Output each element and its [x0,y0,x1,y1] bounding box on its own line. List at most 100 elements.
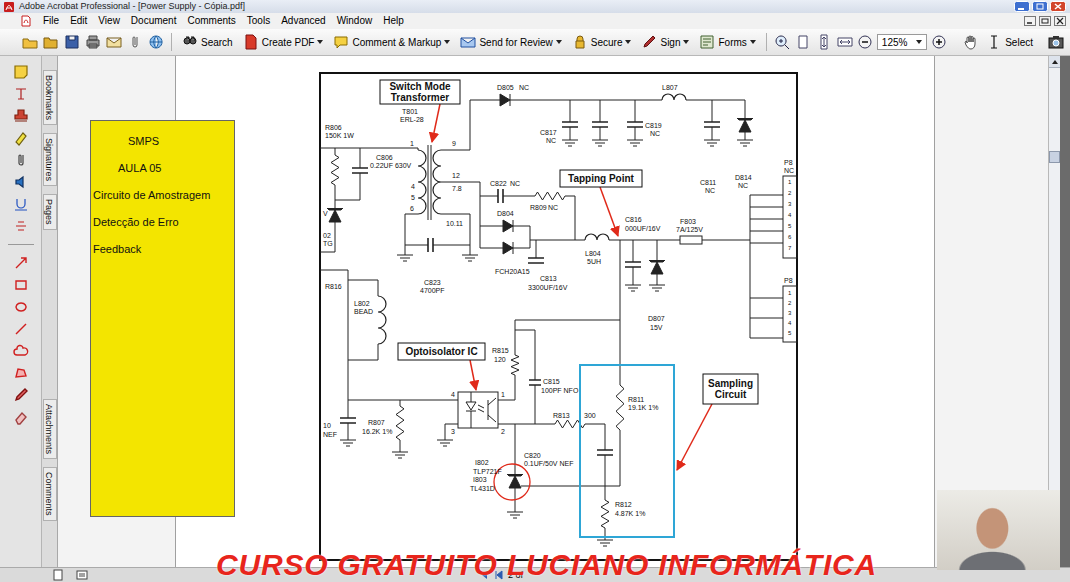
restore-icon[interactable] [1032,1,1048,12]
toolbar-button[interactable]: Comment & Markup [330,32,453,52]
print-icon[interactable] [85,34,101,50]
svg-text:C811: C811 [700,179,716,186]
menu-item[interactable]: View [98,15,120,27]
pencil-tool-icon[interactable] [13,387,29,403]
menu-item[interactable]: File [43,15,59,27]
polygon-tool-icon[interactable] [13,365,29,381]
open-icon[interactable] [22,34,38,50]
page-view-icon[interactable] [76,569,88,581]
menu-item[interactable]: Tools [247,15,270,27]
wire [750,207,783,208]
email-icon[interactable] [106,34,122,50]
menu-item[interactable]: Comments [187,15,235,27]
scroll-up-button[interactable] [1049,56,1060,68]
line-tool-icon[interactable] [13,321,29,337]
capacitor [498,189,503,203]
doc-close-icon[interactable] [1054,16,1066,26]
wire [480,226,503,227]
menu-item[interactable]: Advanced [281,15,325,27]
strike-icon[interactable] [13,218,29,234]
svg-text:5UH: 5UH [587,258,601,265]
toolbar-button[interactable]: Secure [569,32,635,52]
save-icon[interactable] [64,34,80,50]
wire [657,274,658,285]
resistor [535,192,565,200]
side-tab[interactable]: Pages [43,194,57,230]
arrow-tool-icon[interactable] [13,255,29,271]
sticky-note-icon[interactable] [13,64,29,80]
minimize-icon[interactable] [1014,1,1030,12]
dropdown-caret-icon[interactable] [683,40,689,44]
fit-height-icon[interactable] [816,34,832,50]
zoom-out-icon[interactable] [858,35,872,49]
cloud-tool-icon[interactable] [13,343,29,359]
underline-icon[interactable] [13,196,29,212]
fit-width-icon[interactable] [837,34,853,50]
wire [320,222,335,252]
highlight-icon[interactable] [13,130,29,146]
doc-minimize-icon[interactable] [1024,16,1036,26]
connector-pin: 7 [788,245,792,251]
zoom-in-plus-icon[interactable] [932,35,946,49]
dropdown-caret-icon[interactable] [444,40,450,44]
snapshot-icon[interactable] [1048,34,1064,50]
dropdown-caret-icon[interactable] [317,40,323,44]
menu-item[interactable]: Window [337,15,373,27]
eraser-tool-icon[interactable] [13,409,29,425]
folder-icon[interactable] [43,34,59,50]
zoom-dropdown-icon[interactable] [916,40,922,44]
dropdown-caret-icon[interactable] [750,40,756,44]
dropdown-caret-icon[interactable] [556,40,562,44]
toolbar-button[interactable]: Search [179,32,236,52]
zoom-field[interactable]: 125% [877,34,927,50]
side-tab[interactable]: Attachments [43,399,57,459]
rectangle-tool-icon[interactable] [13,277,29,293]
pin-number: 4 [451,391,455,398]
svg-text:Circuit: Circuit [715,389,747,400]
text-edit-icon[interactable] [13,86,29,102]
component-label: C8133300UF/16V [528,275,568,291]
attach-icon[interactable] [127,34,143,50]
ground-symbol [437,440,453,446]
side-tab[interactable]: Bookmarks [43,70,57,125]
attach-file-icon[interactable] [13,152,29,168]
side-tab[interactable]: Comments [43,467,57,521]
text-cursor-icon [986,34,1002,50]
component-label: 10NEF [323,422,337,438]
web-icon[interactable] [148,34,164,50]
acrobat-window: Adobe Acrobat Professional - [Power Supp… [0,0,1070,582]
menu-item[interactable]: Document [131,15,177,27]
component-label: C815100PF NFO [541,378,579,394]
toolbar-button[interactable]: Create PDF [240,32,327,52]
svg-text:R809: R809 [530,204,547,211]
oval-tool-icon[interactable] [13,299,29,315]
stamp-icon[interactable] [13,108,29,124]
toolbar-button[interactable]: Sign [638,32,692,52]
close-icon[interactable] [1050,1,1066,12]
toolbar-button[interactable]: Send for Review [457,32,564,52]
capacitor [340,418,356,423]
zoom-in-icon[interactable] [774,34,790,50]
toolbar-button[interactable]: Forms [696,32,758,52]
menu-item[interactable]: Help [383,15,404,27]
dropdown-caret-icon[interactable] [625,40,631,44]
doc-restore-icon[interactable] [1039,16,1051,26]
scroll-thumb[interactable] [1049,151,1060,163]
single-page-icon[interactable] [795,34,811,50]
pin-number: 4 [411,183,415,190]
side-tab[interactable]: Signatures [43,133,57,186]
sound-icon[interactable] [13,174,29,190]
wire [431,145,432,220]
menu-item[interactable]: Edit [70,15,87,27]
component-label: I802TLP721F [473,459,502,475]
optocoupler [458,392,498,428]
hand-tool-icon[interactable] [963,34,979,50]
wire [605,455,606,500]
svg-text:19.1K 1%: 19.1K 1% [628,404,658,411]
page-size-icon[interactable] [52,569,64,581]
component-label: T801ERL-28 [400,108,424,123]
tools-separator [8,244,34,245]
navigation-tabs: Bookmarks Signatures Pages Attachments Comme… [42,56,58,567]
component-label: R81119.1K 1% [628,396,658,411]
select-tool-button[interactable]: Select [983,32,1036,52]
